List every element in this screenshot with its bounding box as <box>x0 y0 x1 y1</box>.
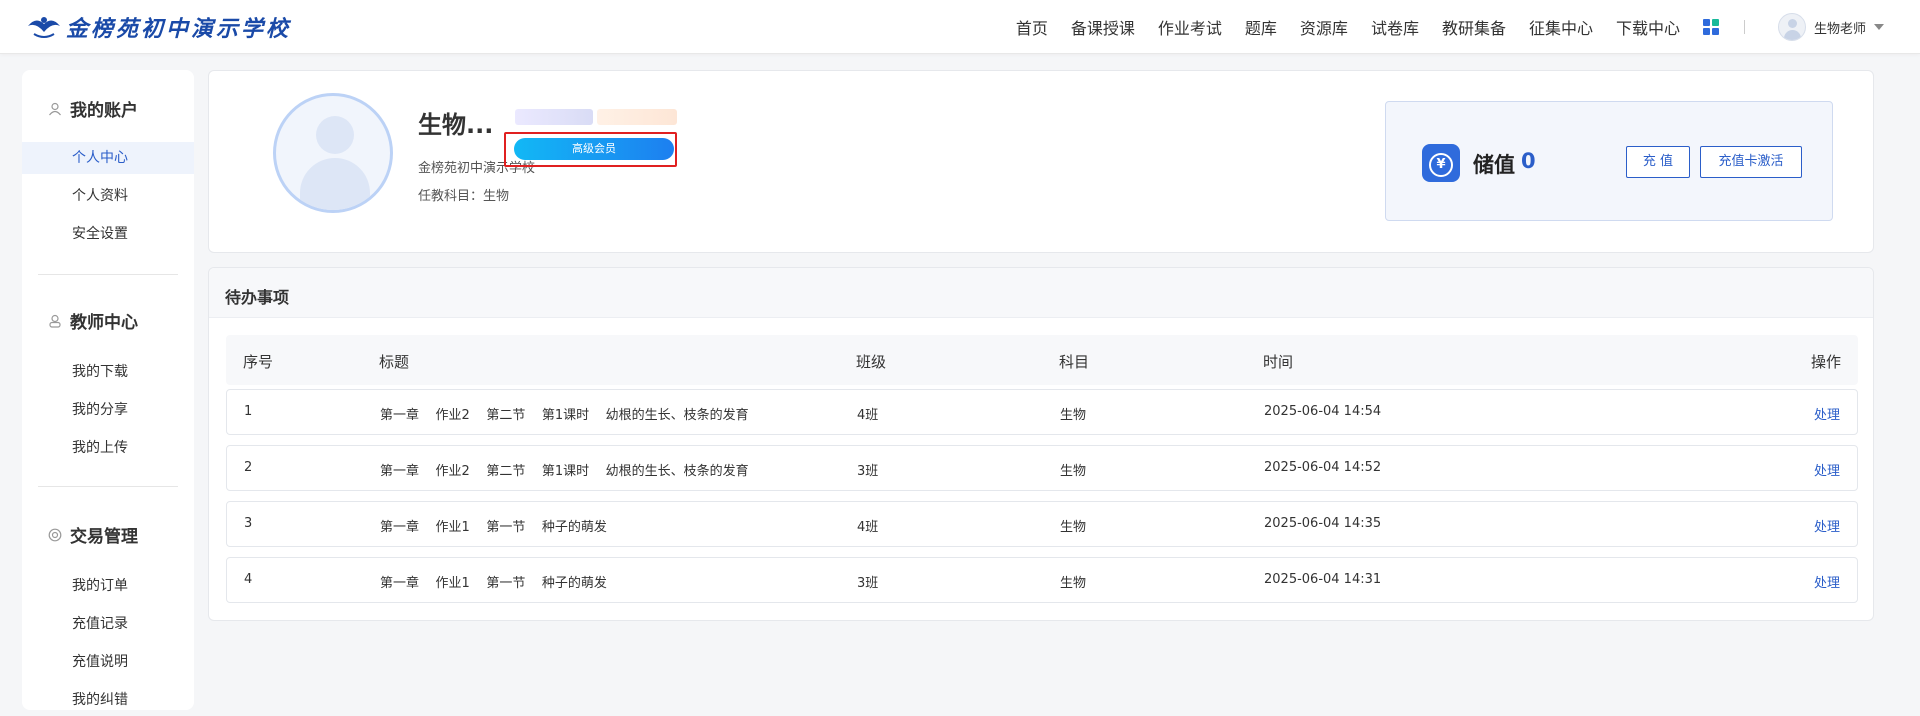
nav-homework-exam[interactable]: 作业考试 <box>1158 15 1222 39</box>
col-header-no: 序号 <box>243 353 274 371</box>
nav-paper-bank[interactable]: 试卷库 <box>1371 15 1419 39</box>
nav-teaching-research[interactable]: 教研集备 <box>1442 15 1506 39</box>
blurred-badge <box>597 109 677 125</box>
cell-subject: 生物 <box>1060 520 1087 535</box>
logo-text: 金榜苑初中演示学校 <box>66 16 292 42</box>
cell-class: 4班 <box>857 520 879 535</box>
nav-home[interactable]: 首页 <box>1016 15 1048 39</box>
sidebar-item-my-uploads[interactable]: 我的上传 <box>22 432 194 464</box>
cell-subject: 生物 <box>1060 464 1087 479</box>
nav-collection-center[interactable]: 征集中心 <box>1529 15 1593 39</box>
profile-avatar[interactable] <box>273 93 393 213</box>
todo-header: 待办事项 <box>209 268 1873 318</box>
sidebar-item-personal-center[interactable]: 个人中心 <box>22 142 194 174</box>
main-nav: 首页 备课授课 作业考试 题库 资源库 试卷库 教研集备 征集中心 下载中心 <box>993 0 1680 54</box>
sidebar: 我的账户 个人中心 个人资料 安全设置 教师中心 我的下载 我的分享 我的上传 … <box>22 70 194 710</box>
apps-grid-icon[interactable] <box>1703 19 1719 35</box>
sidebar-group-title: 交易管理 <box>70 527 138 547</box>
cell-subject: 生物 <box>1060 576 1087 591</box>
table-row: 4 第一章 作业1 第一节 种子的萌发 3班 生物 2025-06-04 14:… <box>226 557 1858 603</box>
table-row: 3 第一章 作业1 第一节 种子的萌发 4班 生物 2025-06-04 14:… <box>226 501 1858 547</box>
process-link[interactable]: 处理 <box>1814 404 1840 423</box>
sidebar-group-teacher: 教师中心 <box>48 308 138 333</box>
sidebar-group-title: 教师中心 <box>70 313 138 333</box>
cell-class: 3班 <box>857 464 879 479</box>
user-name[interactable]: 生物老师 <box>1814 18 1866 37</box>
nav-download-center[interactable]: 下载中心 <box>1616 15 1680 39</box>
nav-lesson-prep[interactable]: 备课授课 <box>1071 15 1135 39</box>
cell-time: 2025-06-04 14:52 <box>1264 460 1382 475</box>
logo-emblem-icon <box>28 17 60 38</box>
process-link[interactable]: 处理 <box>1814 460 1840 479</box>
cell-time: 2025-06-04 14:35 <box>1264 516 1382 531</box>
cell-title: 第一章 作业1 第一节 种子的萌发 <box>380 576 607 591</box>
cell-subject: 生物 <box>1060 408 1087 423</box>
cell-class: 3班 <box>857 576 879 591</box>
cell-title: 第一章 作业2 第二节 第1课时 幼根的生长、枝条的发育 <box>380 408 749 423</box>
cell-time: 2025-06-04 14:54 <box>1264 404 1382 419</box>
balance-label: 储值 <box>1473 153 1515 177</box>
balance-value: 0 <box>1521 149 1536 173</box>
table-row: 2 第一章 作业2 第二节 第1课时 幼根的生长、枝条的发育 3班 生物 202… <box>226 445 1858 491</box>
highlight-box <box>504 132 677 167</box>
teacher-icon <box>49 314 61 328</box>
sidebar-group-title: 我的账户 <box>70 101 138 121</box>
sidebar-item-my-shares[interactable]: 我的分享 <box>22 394 194 426</box>
cell-time: 2025-06-04 14:31 <box>1264 572 1382 587</box>
user-menu[interactable]: 生物老师 <box>1778 12 1885 42</box>
cell-title: 第一章 作业2 第二节 第1课时 幼根的生长、枝条的发育 <box>380 464 749 479</box>
sidebar-group-account: 我的账户 <box>48 96 138 121</box>
sidebar-item-my-downloads[interactable]: 我的下载 <box>22 356 194 388</box>
process-link[interactable]: 处理 <box>1814 572 1840 591</box>
sidebar-item-profile[interactable]: 个人资料 <box>22 180 194 212</box>
col-header-subject: 科目 <box>1059 353 1090 371</box>
sidebar-item-my-corrections[interactable]: 我的纠错 <box>22 684 194 716</box>
nav-question-bank[interactable]: 题库 <box>1245 15 1277 39</box>
chevron-down-icon[interactable] <box>1874 24 1885 30</box>
sidebar-item-recharge-records[interactable]: 充值记录 <box>22 608 194 640</box>
table-row: 1 第一章 作业2 第二节 第1课时 幼根的生长、枝条的发育 4班 生物 202… <box>226 389 1858 435</box>
blurred-badge <box>515 109 593 125</box>
sidebar-divider <box>38 486 178 487</box>
cell-no: 1 <box>244 404 253 419</box>
sidebar-item-recharge-info[interactable]: 充值说明 <box>22 646 194 678</box>
card-activate-button[interactable]: 充值卡激活 <box>1700 146 1802 178</box>
table-header: 序号 标题 班级 科目 时间 操作 <box>226 335 1858 385</box>
cell-title: 第一章 作业1 第一节 种子的萌发 <box>380 520 607 535</box>
sidebar-divider <box>38 274 178 275</box>
col-header-title: 标题 <box>379 353 410 371</box>
cell-no: 3 <box>244 516 253 531</box>
col-header-action: 操作 <box>1810 353 1841 371</box>
recharge-button[interactable]: 充 值 <box>1626 146 1690 178</box>
todo-title: 待办事项 <box>225 288 290 307</box>
cell-class: 4班 <box>857 408 879 423</box>
trade-icon <box>48 528 62 541</box>
header-divider <box>1744 20 1745 34</box>
balance-panel: ¥ 储值 0 充 值 充值卡激活 <box>1385 101 1833 221</box>
profile-subject: 任教科目：生物 <box>418 189 510 204</box>
top-header: 金榜苑初中演示学校 首页 备课授课 作业考试 题库 资源库 试卷库 教研集备 征… <box>0 0 1920 54</box>
cell-no: 4 <box>244 572 253 587</box>
process-link[interactable]: 处理 <box>1814 516 1840 535</box>
todo-card: 待办事项 序号 标题 班级 科目 时间 操作 1 第一章 作业2 第二节 第1课… <box>208 267 1874 621</box>
user-avatar-icon[interactable] <box>1778 13 1806 41</box>
nav-resources[interactable]: 资源库 <box>1300 15 1348 39</box>
col-header-class: 班级 <box>856 353 887 371</box>
sidebar-group-trade: 交易管理 <box>48 522 138 547</box>
sidebar-item-security[interactable]: 安全设置 <box>22 218 194 250</box>
wallet-yuan-icon: ¥ <box>1422 144 1460 182</box>
col-header-time: 时间 <box>1263 353 1294 371</box>
school-logo[interactable]: 金榜苑初中演示学校 <box>24 10 291 44</box>
cell-no: 2 <box>244 460 253 475</box>
profile-name: 生物... <box>418 111 494 139</box>
profile-card: 生物... 金榜苑初中演示学校 任教科目：生物 高级会员 ¥ 储值 0 充 值 … <box>208 70 1874 253</box>
user-icon <box>49 102 61 115</box>
sidebar-item-my-orders[interactable]: 我的订单 <box>22 570 194 602</box>
